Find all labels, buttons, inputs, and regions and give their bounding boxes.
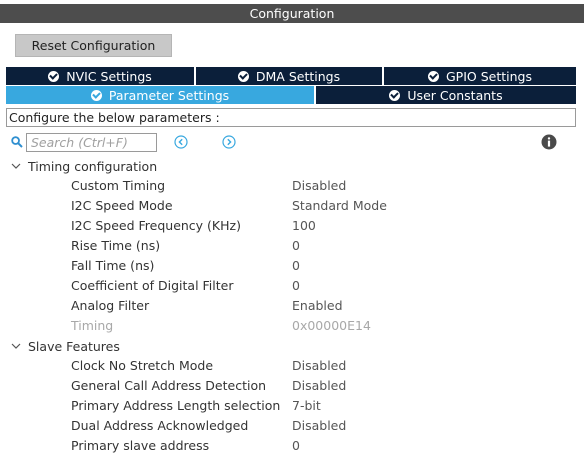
param-name: Custom Timing bbox=[71, 178, 166, 193]
param-row[interactable]: Primary Address Length selection 7-bit bbox=[0, 396, 584, 416]
param-row[interactable]: Fall Time (ns) 0 bbox=[0, 256, 584, 276]
tab-label: NVIC Settings bbox=[66, 68, 152, 84]
param-value[interactable]: Standard Mode bbox=[292, 196, 387, 216]
param-name: Fall Time (ns) bbox=[71, 258, 155, 273]
search-input[interactable] bbox=[26, 133, 157, 152]
check-circle-icon bbox=[48, 70, 60, 82]
tab-label: DMA Settings bbox=[255, 68, 341, 84]
param-value[interactable]: Disabled bbox=[292, 176, 346, 196]
param-name: Primary slave address bbox=[71, 438, 210, 453]
param-name: I2C Speed Mode bbox=[71, 198, 173, 213]
previous-match-icon[interactable] bbox=[174, 135, 188, 149]
tab-parameter-settings[interactable]: Parameter Settings bbox=[6, 86, 314, 104]
param-value[interactable]: Enabled bbox=[292, 296, 343, 316]
group-title: Slave Features bbox=[28, 338, 120, 354]
param-value[interactable]: 0 bbox=[292, 436, 300, 456]
chevron-down-icon bbox=[11, 163, 21, 169]
tab-label: GPIO Settings bbox=[446, 68, 532, 84]
param-value[interactable]: Disabled bbox=[292, 356, 346, 376]
check-circle-icon bbox=[389, 89, 401, 101]
param-row[interactable]: General Call Address Detection Disabled bbox=[0, 376, 584, 396]
param-name: Primary Address Length selection bbox=[71, 398, 281, 413]
group-title: Timing configuration bbox=[28, 158, 158, 174]
param-row[interactable]: I2C Speed Frequency (KHz) 100 bbox=[0, 216, 584, 236]
check-circle-icon bbox=[90, 89, 102, 101]
param-name: Analog Filter bbox=[71, 298, 150, 313]
param-row[interactable]: Analog Filter Enabled bbox=[0, 296, 584, 316]
chevron-down-icon bbox=[11, 343, 21, 349]
param-value[interactable]: 7-bit bbox=[292, 396, 321, 416]
tab-gpio-settings[interactable]: GPIO Settings bbox=[384, 67, 576, 85]
param-name: Timing bbox=[71, 318, 114, 333]
group-slave-features[interactable]: Slave Features bbox=[10, 337, 120, 355]
parameters-description: Configure the below parameters : bbox=[6, 108, 576, 127]
param-value[interactable]: 0 bbox=[292, 256, 300, 276]
param-row[interactable]: Rise Time (ns) 0 bbox=[0, 236, 584, 256]
tab-label: Parameter Settings bbox=[108, 87, 230, 103]
param-value[interactable]: 0 bbox=[292, 236, 300, 256]
param-row[interactable]: Coefficient of Digital Filter 0 bbox=[0, 276, 584, 296]
param-value[interactable]: 100 bbox=[292, 216, 316, 236]
param-value[interactable]: Disabled bbox=[292, 376, 346, 396]
param-row[interactable]: Primary slave address 0 bbox=[0, 436, 584, 456]
param-value[interactable]: 0 bbox=[292, 276, 300, 296]
tab-dma-settings[interactable]: DMA Settings bbox=[196, 67, 382, 85]
param-row[interactable]: I2C Speed Mode Standard Mode bbox=[0, 196, 584, 216]
group-timing-configuration[interactable]: Timing configuration bbox=[10, 157, 157, 175]
tab-label: User Constants bbox=[407, 87, 503, 103]
search-icon bbox=[11, 136, 23, 148]
param-name: Dual Address Acknowledged bbox=[71, 418, 249, 433]
tab-nvic-settings[interactable]: NVIC Settings bbox=[6, 67, 194, 85]
param-name: Coefficient of Digital Filter bbox=[71, 278, 234, 293]
param-name: Clock No Stretch Mode bbox=[71, 358, 214, 373]
param-row[interactable]: Dual Address Acknowledged Disabled bbox=[0, 416, 584, 436]
param-value[interactable]: Disabled bbox=[292, 416, 346, 436]
check-circle-icon bbox=[237, 70, 249, 82]
param-row[interactable]: Custom Timing Disabled bbox=[0, 176, 584, 196]
check-circle-icon bbox=[428, 70, 439, 82]
param-row[interactable]: Clock No Stretch Mode Disabled bbox=[0, 356, 584, 376]
info-icon[interactable] bbox=[541, 134, 557, 150]
param-name: General Call Address Detection bbox=[71, 378, 267, 393]
next-match-icon[interactable] bbox=[222, 135, 236, 149]
param-name: Rise Time (ns) bbox=[71, 238, 161, 253]
param-name: I2C Speed Frequency (KHz) bbox=[71, 218, 241, 233]
reset-configuration-button[interactable]: Reset Configuration bbox=[15, 34, 172, 57]
window-title: Configuration bbox=[0, 4, 584, 23]
tab-user-constants[interactable]: User Constants bbox=[316, 86, 576, 104]
param-value: 0x00000E14 bbox=[292, 318, 371, 333]
param-row-disabled: Timing 0x00000E14 bbox=[0, 316, 584, 336]
